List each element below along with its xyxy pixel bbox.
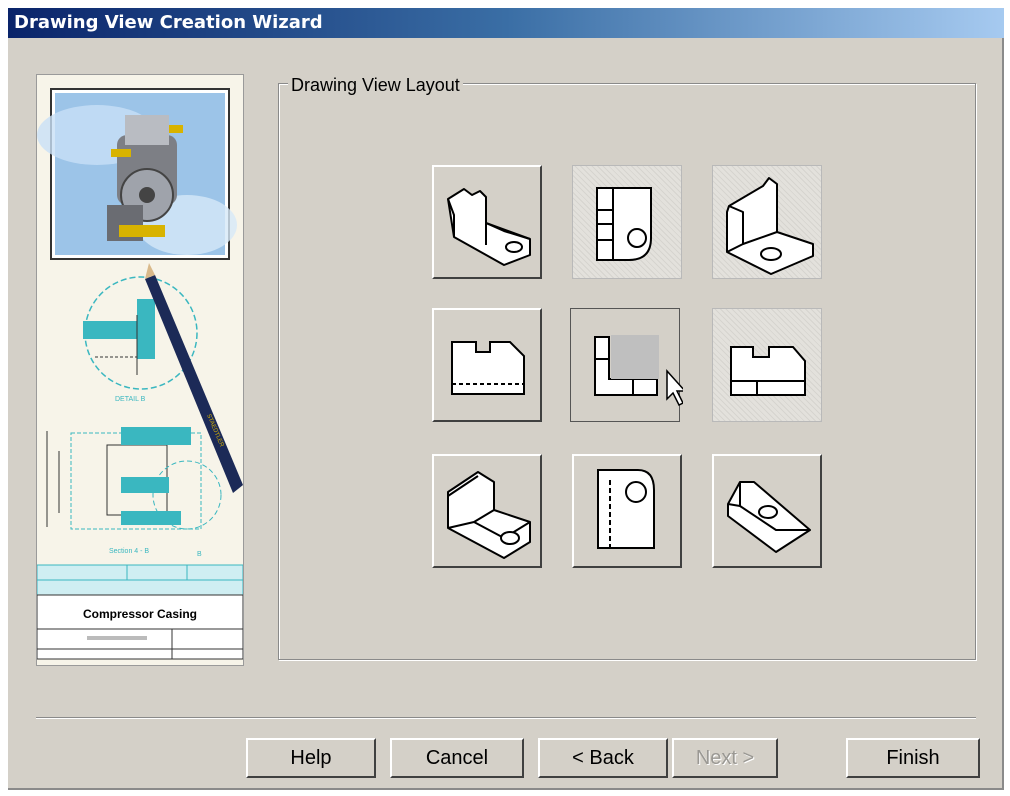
help-button[interactable]: Help bbox=[246, 738, 376, 778]
isometric-view-3-icon bbox=[447, 471, 531, 559]
isometric-view-2-icon bbox=[726, 177, 814, 275]
window-title: Drawing View Creation Wizard bbox=[14, 12, 323, 33]
wizard-preview-image: DETAIL B Section 4 - B B STAEDTLER Compr… bbox=[36, 74, 244, 666]
standard-3-view-icon bbox=[594, 335, 683, 407]
button-separator bbox=[36, 717, 976, 719]
cancel-button[interactable]: Cancel bbox=[390, 738, 524, 778]
view-option-isometric[interactable] bbox=[432, 165, 542, 279]
wizard-window: Drawing View Creation Wizard DETAIL B Se… bbox=[8, 8, 1004, 790]
isometric-view-4-icon bbox=[727, 481, 811, 553]
part-title: Compressor Casing bbox=[83, 607, 197, 621]
section-marker: B bbox=[197, 551, 202, 558]
view-option-isometric-4[interactable] bbox=[712, 454, 822, 568]
drawing-view-layout-label: Drawing View Layout bbox=[288, 75, 463, 96]
front-view-icon bbox=[451, 341, 525, 395]
finish-button[interactable]: Finish bbox=[846, 738, 980, 778]
section-label: Section 4 - B bbox=[109, 548, 149, 555]
front-section-view-icon bbox=[730, 346, 806, 396]
side-view-icon bbox=[596, 187, 652, 261]
next-button[interactable]: Next > bbox=[672, 738, 778, 778]
view-option-standard-3-view[interactable] bbox=[570, 308, 683, 422]
view-option-isometric-2[interactable] bbox=[712, 165, 822, 279]
view-option-front[interactable] bbox=[432, 308, 542, 422]
mouse-cursor-icon bbox=[666, 369, 683, 407]
title-bar[interactable]: Drawing View Creation Wizard bbox=[8, 8, 1004, 38]
detail-label: DETAIL B bbox=[115, 396, 146, 403]
view-option-front-section[interactable] bbox=[712, 308, 822, 422]
view-option-side[interactable] bbox=[572, 165, 682, 279]
back-button[interactable]: < Back bbox=[538, 738, 668, 778]
isometric-view-icon bbox=[447, 188, 531, 266]
right-view-icon bbox=[597, 469, 655, 549]
view-option-right[interactable] bbox=[572, 454, 682, 568]
view-option-isometric-3[interactable] bbox=[432, 454, 542, 568]
pencil-graphic: STAEDTLER bbox=[145, 263, 243, 493]
